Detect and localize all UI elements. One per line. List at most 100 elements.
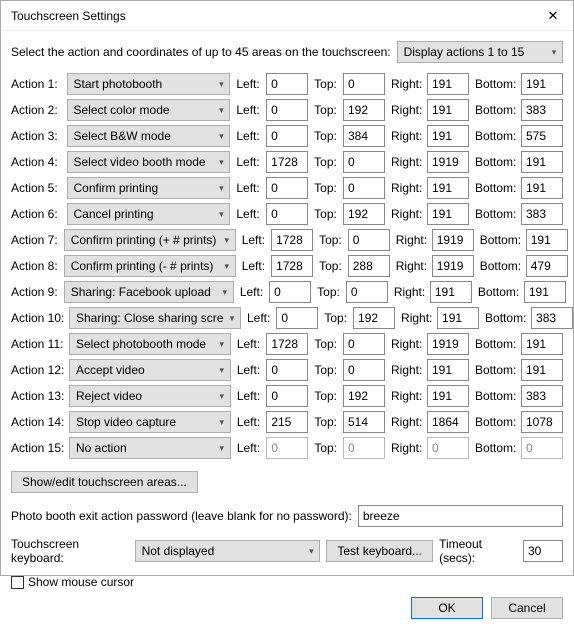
top-input[interactable]: [343, 203, 385, 225]
action-select[interactable]: Cancel printing▾: [67, 203, 231, 225]
left-input[interactable]: [266, 333, 308, 355]
action-select[interactable]: Select video booth mode▾: [67, 151, 231, 173]
left-input[interactable]: [266, 385, 308, 407]
right-input[interactable]: [427, 333, 469, 355]
right-input[interactable]: [427, 177, 469, 199]
top-input[interactable]: [343, 151, 385, 173]
bottom-input[interactable]: [521, 333, 563, 355]
left-input[interactable]: [271, 255, 313, 277]
left-input[interactable]: [266, 151, 308, 173]
right-input[interactable]: [432, 229, 474, 251]
top-input[interactable]: [343, 99, 385, 121]
display-actions-select[interactable]: Display actions 1 to 15 ▾: [397, 41, 563, 63]
left-input[interactable]: [266, 73, 308, 95]
top-input[interactable]: [343, 437, 385, 459]
bottom-input[interactable]: [526, 255, 568, 277]
bottom-input[interactable]: [521, 125, 563, 147]
right-label: Right:: [391, 181, 421, 195]
close-icon[interactable]: ✕: [533, 1, 573, 31]
action-select[interactable]: Select photobooth mode▾: [69, 333, 231, 355]
top-input[interactable]: [343, 411, 385, 433]
right-input[interactable]: [427, 437, 469, 459]
show-edit-areas-button[interactable]: Show/edit touchscreen areas...: [11, 471, 198, 493]
top-input[interactable]: [346, 281, 388, 303]
right-input[interactable]: [427, 411, 469, 433]
bottom-input[interactable]: [531, 307, 573, 329]
right-label: Right:: [391, 363, 421, 377]
action-value: Cancel printing: [68, 207, 214, 221]
mouse-cursor-row: Show mouse cursor: [11, 575, 563, 589]
left-input[interactable]: [269, 281, 311, 303]
action-select[interactable]: Start photobooth▾: [67, 73, 231, 95]
timeout-input[interactable]: [523, 540, 563, 562]
keyboard-select[interactable]: Not displayed ▾: [135, 540, 321, 562]
bottom-input[interactable]: [521, 203, 563, 225]
left-input[interactable]: [266, 99, 308, 121]
action-row: Action 13:Reject video▾Left:Top:Right:Bo…: [11, 385, 563, 407]
right-input[interactable]: [427, 151, 469, 173]
right-label: Right:: [391, 441, 421, 455]
action-select[interactable]: Reject video▾: [69, 385, 231, 407]
bottom-input[interactable]: [521, 411, 563, 433]
left-input[interactable]: [266, 125, 308, 147]
top-input[interactable]: [343, 73, 385, 95]
test-keyboard-button[interactable]: Test keyboard...: [326, 540, 433, 562]
right-input[interactable]: [427, 385, 469, 407]
top-input[interactable]: [343, 385, 385, 407]
action-select[interactable]: Sharing: Facebook upload▾: [64, 281, 234, 303]
left-input[interactable]: [266, 437, 308, 459]
bottom-label: Bottom:: [480, 233, 520, 247]
action-select[interactable]: Confirm printing▾: [67, 177, 231, 199]
right-input[interactable]: [430, 281, 472, 303]
action-select[interactable]: Select B&W mode▾: [67, 125, 231, 147]
right-input[interactable]: [427, 99, 469, 121]
bottom-input[interactable]: [521, 385, 563, 407]
top-input[interactable]: [348, 255, 390, 277]
bottom-input[interactable]: [521, 177, 563, 199]
left-input[interactable]: [266, 411, 308, 433]
right-input[interactable]: [427, 203, 469, 225]
bottom-input[interactable]: [521, 99, 563, 121]
left-input[interactable]: [271, 229, 313, 251]
left-input[interactable]: [266, 359, 308, 381]
bottom-input[interactable]: [524, 281, 566, 303]
action-select[interactable]: No action▾: [69, 437, 231, 459]
right-input[interactable]: [427, 125, 469, 147]
left-input[interactable]: [276, 307, 318, 329]
top-input[interactable]: [348, 229, 390, 251]
intro-label: Select the action and coordinates of up …: [11, 45, 391, 59]
left-input[interactable]: [266, 177, 308, 199]
action-select[interactable]: Confirm printing (+ # prints)▾: [64, 229, 236, 251]
bottom-input[interactable]: [521, 359, 563, 381]
left-label: Left:: [236, 77, 260, 91]
action-label: Action 13:: [11, 389, 63, 403]
action-select[interactable]: Select color mode▾: [67, 99, 231, 121]
right-input[interactable]: [437, 307, 479, 329]
action-select[interactable]: Sharing: Close sharing screen▾: [69, 307, 241, 329]
bottom-input[interactable]: [526, 229, 568, 251]
top-input[interactable]: [353, 307, 395, 329]
right-input[interactable]: [427, 359, 469, 381]
top-input[interactable]: [343, 333, 385, 355]
action-value: Select color mode: [68, 103, 214, 117]
top-input[interactable]: [343, 125, 385, 147]
left-input[interactable]: [266, 203, 308, 225]
bottom-label: Bottom:: [475, 129, 515, 143]
bottom-input[interactable]: [521, 73, 563, 95]
top-input[interactable]: [343, 177, 385, 199]
show-mouse-checkbox[interactable]: [11, 576, 24, 589]
top-input[interactable]: [343, 359, 385, 381]
action-row: Action 3:Select B&W mode▾Left:Top:Right:…: [11, 125, 563, 147]
password-input[interactable]: [358, 505, 563, 527]
bottom-input[interactable]: [521, 151, 563, 173]
cancel-button[interactable]: Cancel: [491, 597, 563, 619]
action-label: Action 15:: [11, 441, 63, 455]
right-input[interactable]: [432, 255, 474, 277]
left-label: Left:: [236, 155, 260, 169]
action-select[interactable]: Confirm printing (- # prints)▾: [64, 255, 236, 277]
action-select[interactable]: Stop video capture▾: [69, 411, 231, 433]
right-input[interactable]: [427, 73, 469, 95]
bottom-input[interactable]: [521, 437, 563, 459]
ok-button[interactable]: OK: [411, 597, 483, 619]
action-select[interactable]: Accept video▾: [69, 359, 231, 381]
